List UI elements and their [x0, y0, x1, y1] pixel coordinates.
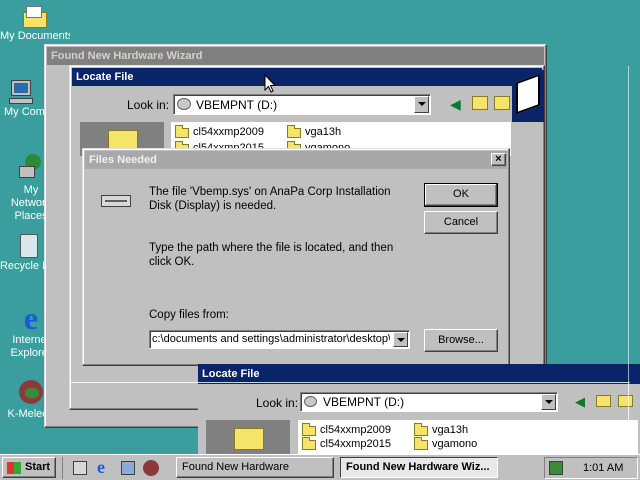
browse-button[interactable]: Browse...: [424, 329, 498, 352]
drag-outline: [70, 382, 630, 383]
look-in-combo[interactable]: VBEMPNT (D:): [173, 94, 431, 115]
mouse-pointer-icon: [264, 74, 276, 93]
copy-files-dropdown-arrow[interactable]: [393, 332, 408, 347]
k-meleon-icon[interactable]: [143, 460, 159, 476]
network-icon[interactable]: [121, 461, 135, 475]
folder-icon: [234, 428, 264, 450]
ghost-look-in-value: VBEMPNT (D:): [323, 395, 405, 409]
look-in-label: Look in:: [127, 98, 170, 112]
copy-files-value: c:\documents and settings\administrator\…: [152, 333, 390, 345]
internet-explorer-icon: e: [23, 300, 39, 336]
task-label: Found New Hardware: [182, 461, 289, 473]
up-folder-icon: [596, 395, 611, 407]
cd-drive-icon: [304, 396, 317, 407]
wizard-hardware-graphic: [512, 70, 544, 122]
file-item-label: vgamono: [432, 438, 478, 450]
wizard-title: Found New Hardware Wizard: [51, 50, 203, 62]
close-button[interactable]: ×: [491, 153, 506, 166]
files-needed-message: The file 'Vbemp.sys' on AnaPa Corp Insta…: [149, 186, 391, 212]
copy-files-combo[interactable]: c:\documents and settings\administrator\…: [149, 330, 410, 349]
ok-button[interactable]: OK: [424, 183, 498, 207]
network-icon: [17, 154, 45, 184]
system-tray: 1:01 AM: [544, 457, 638, 479]
locate-file-title: Locate File: [76, 71, 134, 83]
new-folder-icon[interactable]: [494, 96, 510, 110]
task-found-new-hardware[interactable]: Found New Hardware: [176, 457, 334, 478]
cd-drive-icon: [177, 98, 191, 110]
look-in-dropdown-arrow[interactable]: [414, 96, 429, 113]
internet-explorer-icon[interactable]: e: [97, 457, 105, 478]
folder-icon: [20, 4, 50, 30]
file-item-label: cl54xxmp2009: [320, 424, 391, 436]
ghost-dropdown-arrow: [541, 394, 556, 410]
folder-icon: [302, 423, 316, 436]
folder-icon: [287, 125, 301, 138]
look-in-value: VBEMPNT (D:): [196, 98, 278, 112]
folder-icon: [414, 423, 428, 436]
ghost-title-bar: Locate File: [198, 364, 640, 384]
close-icon: ×: [495, 153, 502, 165]
task-found-new-hardware-wizard[interactable]: Found New Hardware Wiz...: [340, 457, 498, 478]
cancel-button[interactable]: Cancel: [424, 211, 498, 234]
recycle-bin-icon: [17, 230, 41, 260]
ghost-look-in-combo: VBEMPNT (D:): [300, 392, 558, 412]
drag-outline: [628, 382, 629, 454]
clock[interactable]: 1:01 AM: [583, 462, 623, 474]
files-needed-dialog[interactable]: Files Needed × The file 'Vbemp.sys' on A…: [82, 148, 510, 366]
files-needed-title-bar[interactable]: Files Needed: [85, 151, 507, 169]
file-item-label: cl54xxmp2015: [320, 438, 391, 450]
back-arrow-icon: ◀: [575, 394, 585, 409]
show-desktop-icon[interactable]: [73, 461, 87, 475]
folder-icon: [302, 437, 316, 450]
file-item-label: vga13h: [305, 126, 342, 138]
wizard-title-bar[interactable]: Found New Hardware Wizard: [47, 47, 544, 65]
disk-icon: [101, 195, 131, 207]
task-label: Found New Hardware Wiz...: [346, 461, 490, 473]
start-button[interactable]: Start: [2, 457, 56, 478]
ghost-look-in-label: Look in:: [256, 396, 299, 410]
file-item-label: vga13h: [432, 424, 469, 436]
quick-launch: e: [62, 457, 164, 479]
network-tray-icon[interactable]: [549, 461, 563, 475]
new-folder-icon: [618, 395, 633, 407]
type-path-message: Type the path where the file is located,…: [149, 242, 394, 268]
desktop-icon-my-documents[interactable]: My Documents: [0, 4, 70, 42]
file-item-label: cl54xxmp2009: [193, 126, 264, 138]
back-arrow-icon[interactable]: ◀: [450, 97, 461, 111]
up-folder-icon[interactable]: [472, 96, 488, 110]
computer-icon: [7, 78, 35, 106]
locate-file-ghost-window: Locate File Look in: VBEMPNT (D:) ◀ cl54…: [198, 364, 640, 454]
copy-files-label: Copy files from:: [149, 309, 229, 321]
locate-file-title-bar[interactable]: Locate File: [72, 68, 542, 86]
folder-icon: [414, 437, 428, 450]
folder-icon: [175, 125, 189, 138]
k-meleon-icon: [17, 378, 45, 408]
ghost-title: Locate File: [202, 368, 260, 380]
ghost-file-list: cl54xxmp2009 vga13h cl54xxmp2015 vgamono: [298, 420, 638, 454]
taskbar: Start e Found New Hardware Found New Har…: [0, 454, 640, 480]
ok-button-label: OK: [453, 188, 469, 200]
ghost-places-bar: [206, 420, 290, 454]
drag-outline: [628, 66, 629, 382]
cancel-button-label: Cancel: [443, 216, 479, 228]
windows-logo-icon: [7, 462, 21, 474]
desktop-icon-label: My Documents: [0, 30, 70, 42]
files-needed-title: Files Needed: [89, 154, 157, 166]
browse-button-label: Browse...: [438, 334, 484, 346]
start-label: Start: [25, 461, 51, 473]
